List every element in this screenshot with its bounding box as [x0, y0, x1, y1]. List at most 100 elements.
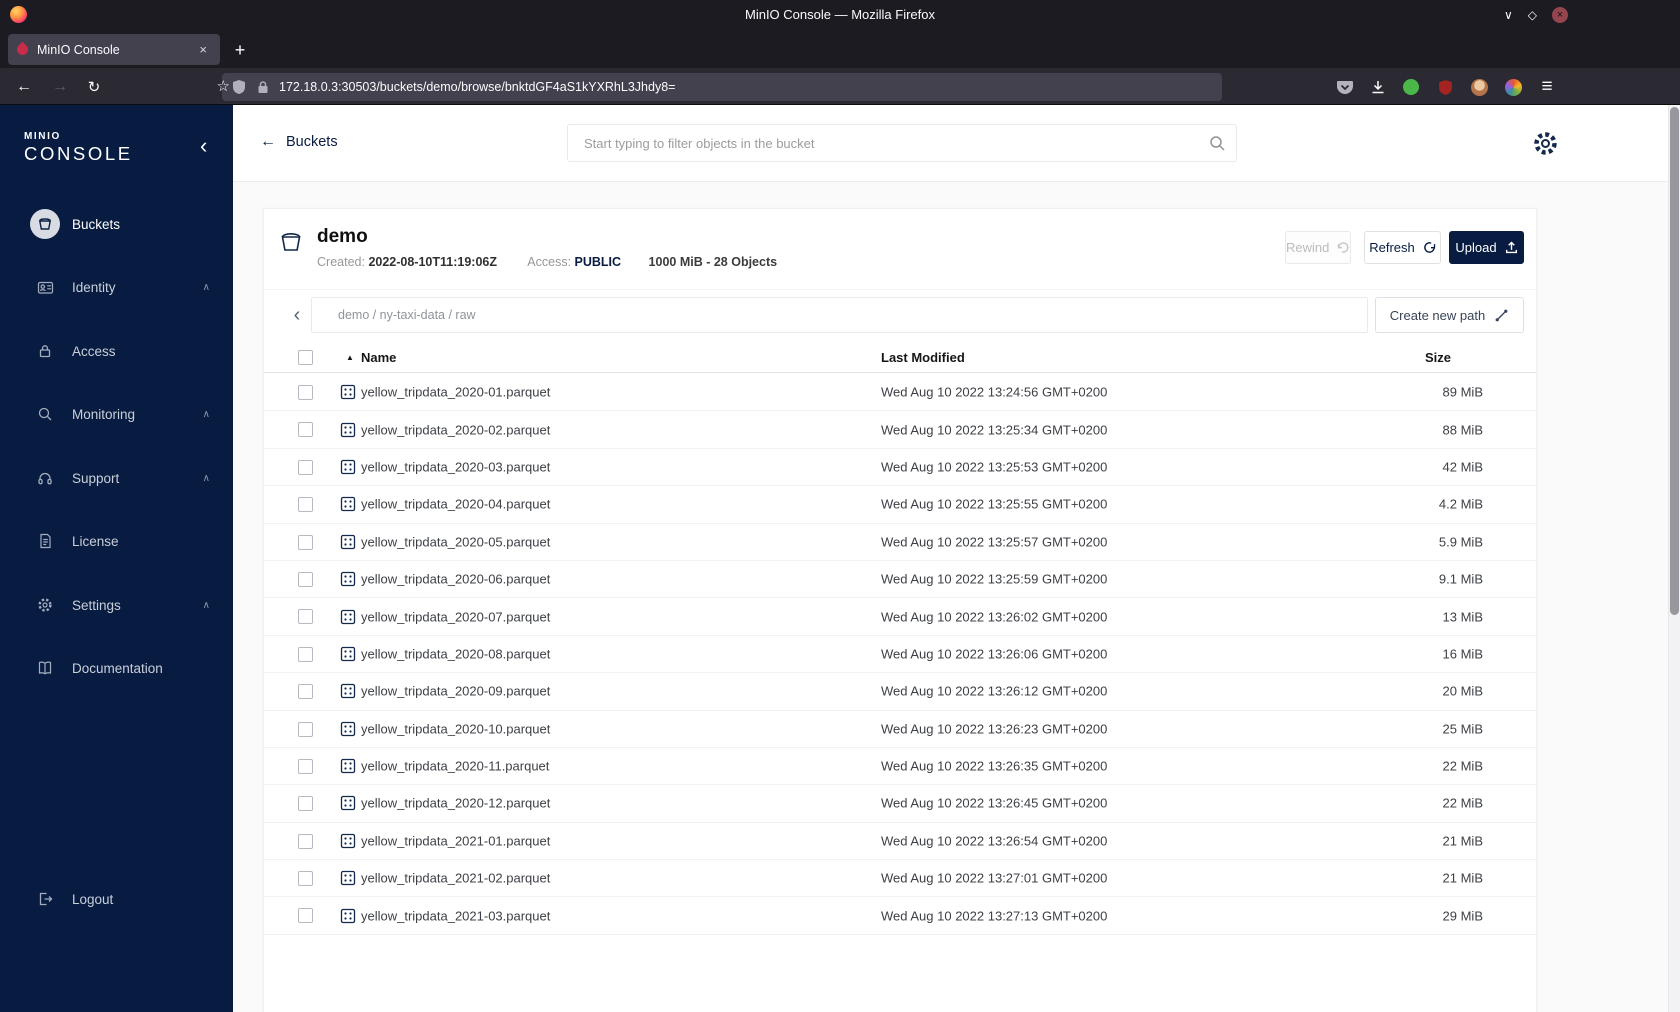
- tab-minio-console[interactable]: MinIO Console ×: [8, 34, 220, 65]
- bookmark-star-icon[interactable]: ☆: [217, 79, 230, 94]
- bucket-browser-card: demo Created: 2022-08-10T11:19:06Z Acces…: [263, 208, 1537, 1012]
- table-row[interactable]: yellow_tripdata_2020-04.parquet Wed Aug …: [264, 486, 1536, 524]
- back-to-buckets-link[interactable]: ← Buckets: [260, 133, 338, 151]
- table-row[interactable]: yellow_tripdata_2021-03.parquet Wed Aug …: [264, 897, 1536, 935]
- minimize-icon[interactable]: ∨: [1504, 9, 1513, 21]
- object-name[interactable]: yellow_tripdata_2020-06.parquet: [361, 572, 550, 587]
- object-last-modified: Wed Aug 10 2022 13:26:23 GMT+0200: [881, 721, 1108, 737]
- url-text[interactable]: 172.18.0.3:30503/buckets/demo/browse/bnk…: [279, 80, 675, 94]
- row-checkbox[interactable]: [298, 833, 313, 849]
- row-checkbox[interactable]: [298, 684, 313, 700]
- lock-icon[interactable]: [257, 80, 269, 94]
- maximize-icon[interactable]: ◇: [1528, 9, 1537, 21]
- menu-hamburger-icon[interactable]: ≡: [1533, 73, 1561, 101]
- ublock-origin-icon[interactable]: [1431, 73, 1459, 101]
- sidebar-item-access[interactable]: Access: [0, 329, 233, 373]
- table-row[interactable]: yellow_tripdata_2020-07.parquet Wed Aug …: [264, 598, 1536, 636]
- console-settings-gear-icon[interactable]: [1530, 128, 1560, 158]
- column-header-name[interactable]: Name: [361, 350, 396, 365]
- row-checkbox[interactable]: [298, 721, 313, 737]
- extension-pinwheel-icon[interactable]: [1499, 73, 1527, 101]
- object-name[interactable]: yellow_tripdata_2021-03.parquet: [361, 908, 550, 923]
- refresh-button[interactable]: Refresh: [1364, 231, 1441, 264]
- table-row[interactable]: yellow_tripdata_2021-01.parquet Wed Aug …: [264, 823, 1536, 861]
- column-header-last-modified[interactable]: Last Modified: [881, 350, 965, 365]
- browser-reload-button[interactable]: ↻: [80, 73, 108, 101]
- parquet-file-icon: [340, 646, 356, 662]
- table-row[interactable]: yellow_tripdata_2020-10.parquet Wed Aug …: [264, 711, 1536, 748]
- object-size: 22 MiB: [1442, 795, 1483, 811]
- new-tab-button[interactable]: +: [226, 36, 254, 64]
- object-name[interactable]: yellow_tripdata_2020-05.parquet: [361, 534, 550, 549]
- object-name[interactable]: yellow_tripdata_2020-11.parquet: [361, 759, 549, 774]
- close-tab-icon[interactable]: ×: [195, 40, 211, 59]
- row-checkbox[interactable]: [298, 871, 313, 887]
- table-row[interactable]: yellow_tripdata_2020-01.parquet Wed Aug …: [264, 374, 1536, 412]
- scrollbar-thumb[interactable]: [1670, 107, 1679, 615]
- row-checkbox[interactable]: [298, 571, 313, 587]
- table-row[interactable]: yellow_tripdata_2020-02.parquet Wed Aug …: [264, 411, 1536, 449]
- select-all-checkbox[interactable]: [298, 350, 313, 365]
- sidebar-item-support[interactable]: Support ∧: [0, 456, 233, 500]
- table-row[interactable]: yellow_tripdata_2020-12.parquet Wed Aug …: [264, 785, 1536, 823]
- documentation-icon: [30, 653, 60, 683]
- table-row[interactable]: yellow_tripdata_2020-05.parquet Wed Aug …: [264, 524, 1536, 561]
- object-name[interactable]: yellow_tripdata_2021-02.parquet: [361, 871, 550, 886]
- column-header-size[interactable]: Size: [1425, 350, 1451, 365]
- table-row[interactable]: yellow_tripdata_2021-02.parquet Wed Aug …: [264, 860, 1536, 898]
- search-input[interactable]: [568, 125, 1236, 161]
- object-name[interactable]: yellow_tripdata_2020-09.parquet: [361, 684, 550, 699]
- breadcrumb-path[interactable]: demo / ny-taxi-data / raw: [338, 308, 476, 322]
- object-name[interactable]: yellow_tripdata_2020-12.parquet: [361, 796, 550, 811]
- sidebar-item-documentation[interactable]: Documentation: [0, 646, 233, 690]
- url-bar[interactable]: 172.18.0.3:30503/buckets/demo/browse/bnk…: [222, 73, 1222, 101]
- sidebar-item-monitoring[interactable]: Monitoring ∧: [0, 392, 233, 436]
- row-checkbox[interactable]: [298, 385, 313, 400]
- object-size: 89 MiB: [1442, 384, 1483, 400]
- object-name[interactable]: yellow_tripdata_2020-02.parquet: [361, 422, 550, 437]
- sidebar-item-identity[interactable]: Identity ∧: [0, 265, 233, 309]
- pocket-icon[interactable]: [1331, 73, 1359, 101]
- table-row[interactable]: yellow_tripdata_2020-11.parquet Wed Aug …: [264, 748, 1536, 786]
- rewind-button[interactable]: Rewind: [1285, 231, 1351, 264]
- object-name[interactable]: yellow_tripdata_2020-01.parquet: [361, 385, 550, 400]
- row-checkbox[interactable]: [298, 609, 313, 625]
- sidebar-item-license[interactable]: License: [0, 519, 233, 563]
- close-window-icon[interactable]: ×: [1552, 7, 1568, 23]
- account-avatar-icon[interactable]: [1465, 73, 1493, 101]
- table-row[interactable]: yellow_tripdata_2020-03.parquet Wed Aug …: [264, 449, 1536, 487]
- sidebar-item-label: Support: [72, 470, 120, 486]
- object-name[interactable]: yellow_tripdata_2020-07.parquet: [361, 609, 550, 624]
- object-name[interactable]: yellow_tripdata_2020-03.parquet: [361, 459, 550, 474]
- upload-button[interactable]: Upload: [1449, 231, 1524, 264]
- search-icon: [1208, 134, 1226, 157]
- object-name[interactable]: yellow_tripdata_2021-01.parquet: [361, 833, 550, 848]
- table-row[interactable]: yellow_tripdata_2020-09.parquet Wed Aug …: [264, 673, 1536, 711]
- object-last-modified: Wed Aug 10 2022 13:26:54 GMT+0200: [881, 833, 1108, 849]
- row-checkbox[interactable]: [298, 497, 313, 513]
- row-checkbox[interactable]: [298, 646, 313, 662]
- object-name[interactable]: yellow_tripdata_2020-10.parquet: [361, 721, 550, 736]
- row-checkbox[interactable]: [298, 758, 313, 774]
- sidebar-item-logout[interactable]: Logout: [0, 877, 233, 921]
- sidebar-collapse-icon[interactable]: ‹: [200, 135, 207, 157]
- tracking-protection-shield-icon[interactable]: [232, 79, 246, 95]
- row-checkbox[interactable]: [298, 459, 313, 475]
- row-checkbox[interactable]: [298, 908, 313, 924]
- row-checkbox[interactable]: [298, 796, 313, 812]
- object-name[interactable]: yellow_tripdata_2020-04.parquet: [361, 497, 550, 512]
- downloads-icon[interactable]: [1364, 73, 1392, 101]
- create-new-path-button[interactable]: Create new path: [1375, 297, 1524, 333]
- sidebar-item-settings[interactable]: Settings ∧: [0, 583, 233, 627]
- path-back-chevron-icon[interactable]: ‹: [285, 297, 309, 333]
- table-row[interactable]: yellow_tripdata_2020-06.parquet Wed Aug …: [264, 561, 1536, 599]
- row-checkbox[interactable]: [298, 422, 313, 438]
- browser-forward-button[interactable]: →: [46, 73, 74, 101]
- object-name[interactable]: yellow_tripdata_2020-08.parquet: [361, 646, 550, 661]
- browser-back-button[interactable]: ←: [10, 73, 38, 101]
- row-checkbox[interactable]: [298, 534, 313, 550]
- extension-green-icon[interactable]: [1397, 73, 1425, 101]
- sidebar-item-buckets[interactable]: Buckets: [0, 202, 233, 246]
- breadcrumb[interactable]: demo / ny-taxi-data / raw: [311, 297, 1368, 333]
- table-row[interactable]: yellow_tripdata_2020-08.parquet Wed Aug …: [264, 636, 1536, 674]
